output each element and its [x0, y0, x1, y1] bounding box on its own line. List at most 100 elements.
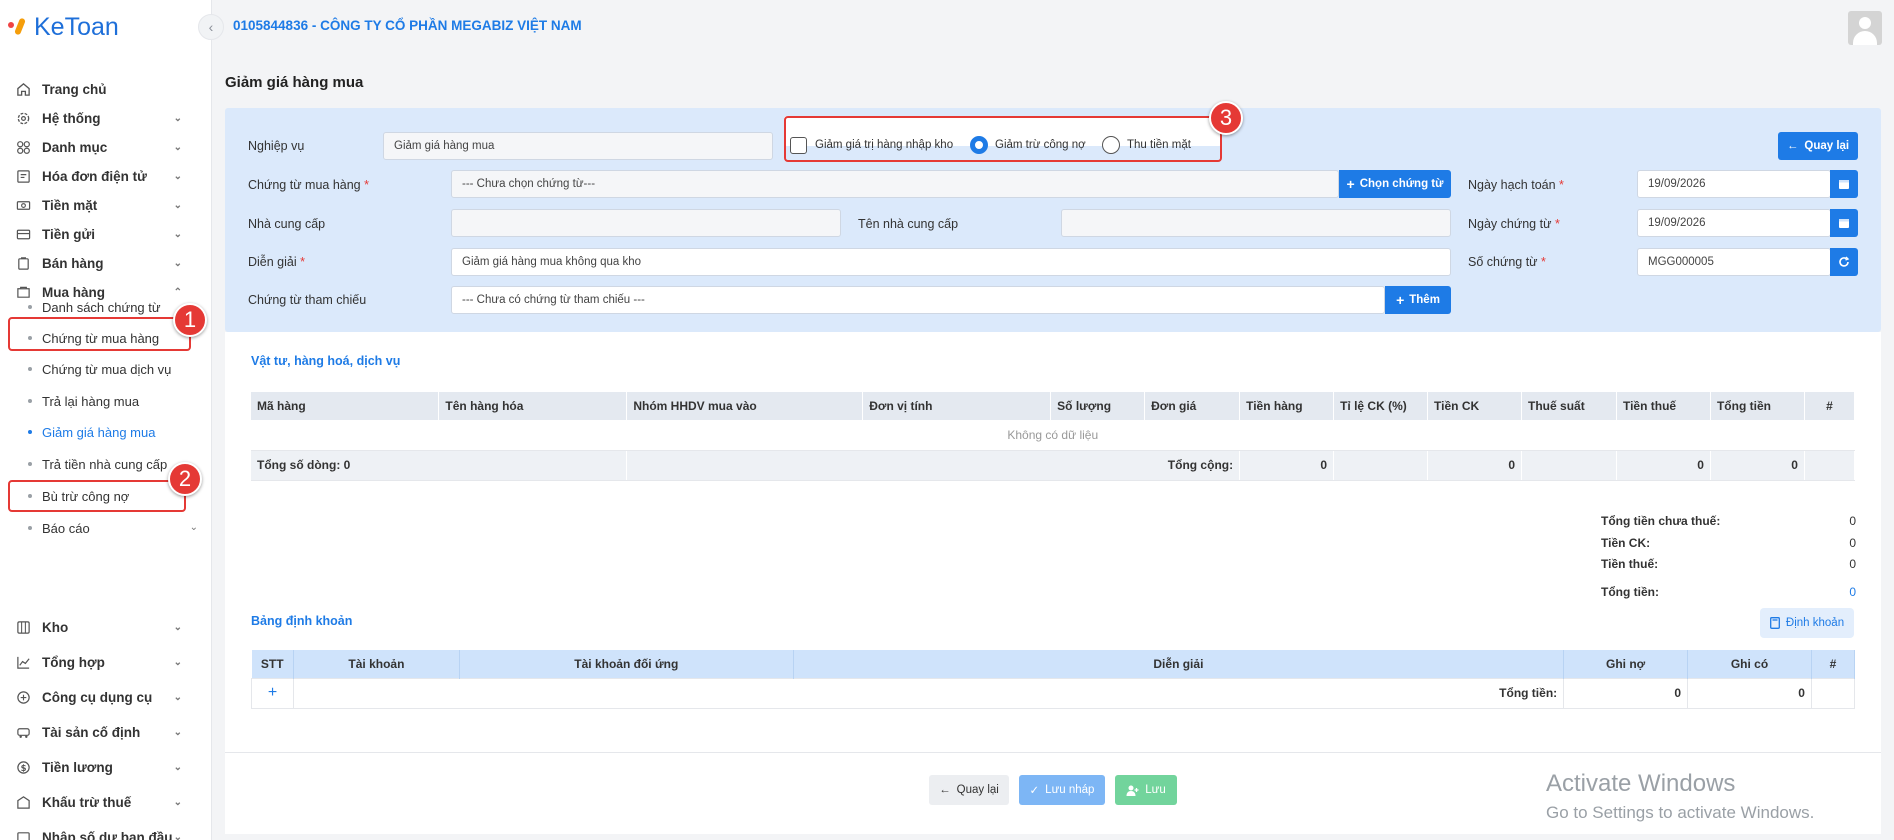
total-tien-hang: 0 — [1239, 450, 1335, 481]
col-tien-hang: Tiền hàng — [1239, 392, 1335, 420]
empty-message: Không có dữ liệu — [251, 420, 1855, 451]
col-don-vi: Đơn vị tính — [862, 392, 1052, 420]
avatar[interactable] — [1848, 11, 1882, 45]
required-mark: * — [1559, 178, 1564, 192]
required-mark: * — [1554, 217, 1560, 231]
ngay-chung-tu-label: Ngày chứng từ * — [1468, 217, 1560, 231]
sidebar-item-label: Tiền lương — [42, 759, 113, 775]
sub-label: Chứng từ mua dịch vụ — [42, 361, 172, 377]
required-mark: * — [364, 178, 369, 192]
refresh-icon[interactable] — [1830, 248, 1858, 276]
ledger-blank — [1810, 677, 1856, 709]
windows-watermark-subtitle: Go to Settings to activate Windows. — [1546, 803, 1815, 822]
summary-value: 0 — [1849, 557, 1856, 571]
sidebar-item-tai-san[interactable]: Tài sản cố định ⌄ — [0, 715, 211, 749]
sidebar-item-nhap-so-du[interactable]: Nhập số dư ban đầu ⌄ — [0, 820, 211, 840]
tax-icon — [14, 793, 32, 811]
tham-chieu-field[interactable]: --- Chưa có chứng từ tham chiếu --- — [451, 286, 1385, 314]
them-button[interactable]: + Thêm — [1385, 286, 1451, 314]
col-nhom-hhdv: Nhóm HHDV mua vào — [626, 392, 864, 420]
sidebar-sub-chung-tu-dich-vu[interactable]: Chứng từ mua dịch vụ — [28, 355, 198, 383]
chung-tu-field[interactable]: --- Chưa chọn chứng từ--- — [451, 170, 1339, 198]
total-rows: Tổng số dòng: 0 — [251, 450, 628, 481]
chung-tu-label-text: Chứng từ mua hàng — [248, 178, 361, 192]
nghiep-vu-field[interactable]: Giảm giá hàng mua — [383, 132, 773, 160]
sidebar-item-label: Hệ thống — [42, 110, 101, 126]
ngay-hach-toan-label: Ngày hạch toán * — [1468, 178, 1564, 192]
logo[interactable]: KeToan — [8, 12, 119, 42]
dinh-khoan-button[interactable]: Định khoản — [1760, 608, 1854, 638]
back-button[interactable]: ← Quay lại — [929, 775, 1009, 805]
save-button[interactable]: Lưu — [1115, 775, 1177, 805]
tools-icon — [14, 688, 32, 706]
sidebar-item-kho[interactable]: Kho ⌄ — [0, 610, 211, 644]
total-blank — [1521, 450, 1617, 481]
nghiep-vu-label: Nghiệp vụ — [248, 139, 305, 153]
annotation-badge-2: 2 — [168, 462, 202, 496]
chon-chung-tu-label: Chọn chứng từ — [1359, 178, 1444, 190]
total-label: Tổng cộng: — [626, 450, 1241, 481]
ngay-chung-tu-label-text: Ngày chứng từ — [1468, 217, 1552, 231]
ngay-hach-toan-input[interactable]: 19/09/2026 — [1637, 170, 1831, 198]
user-plus-icon — [1126, 785, 1139, 796]
sidebar-item-cong-cu[interactable]: Công cụ dụng cụ ⌄ — [0, 680, 211, 714]
dien-giai-label-text: Diễn giải — [248, 255, 297, 269]
invoice-icon — [14, 167, 32, 185]
asset-icon — [14, 723, 32, 741]
calendar-icon[interactable] — [1830, 209, 1858, 237]
dien-giai-value: Giảm giá hàng mua không qua kho — [462, 256, 642, 268]
back-top-label: Quay lại — [1804, 140, 1850, 152]
sidebar: KeToan Trang chủ Hệ thống ⌄ Danh mục ⌄ H… — [0, 0, 212, 840]
plus-icon: + — [1396, 292, 1405, 308]
total-blank — [1804, 450, 1856, 481]
back-top-button[interactable]: ← Quay lại — [1778, 132, 1858, 160]
sidebar-sub-bao-cao[interactable]: Báo cáo ⌄ — [28, 514, 198, 542]
summary-value: 0 — [1849, 536, 1856, 550]
summary-label: Tổng tiền chưa thuế: — [1601, 514, 1721, 528]
annotation-box-1 — [8, 317, 191, 351]
calendar-icon[interactable] — [1830, 170, 1858, 198]
ledger-total-row: + Tổng tiền: 0 0 — [251, 677, 1856, 709]
annotation-badge-1: 1 — [173, 303, 207, 337]
col-ghi-co: Ghi có — [1687, 650, 1812, 678]
page-title: Giảm giá hàng mua — [225, 74, 364, 91]
so-chung-tu-value: MGG000005 — [1648, 256, 1714, 268]
col-tien-ck: Tiền CK — [1427, 392, 1523, 420]
so-chung-tu-input[interactable]: MGG000005 — [1637, 248, 1831, 276]
chevron-down-icon: ⌄ — [173, 727, 182, 738]
save-draft-button[interactable]: ✓ Lưu nháp — [1019, 775, 1105, 805]
ledger-total-label: Tổng tiền: — [293, 677, 1565, 709]
sidebar-collapse-button[interactable]: ‹ — [198, 14, 224, 40]
chon-chung-tu-button[interactable]: + Chọn chứng từ — [1339, 170, 1451, 198]
chevron-down-icon: ⌄ — [173, 142, 182, 153]
col-don-gia: Đơn giá — [1144, 392, 1241, 420]
sidebar-item-tong-hop[interactable]: Tổng hợp ⌄ — [0, 645, 211, 679]
plus-icon: + — [1346, 176, 1355, 192]
check-icon: ✓ — [1029, 785, 1040, 797]
save-label: Lưu — [1145, 784, 1166, 796]
annotation-badge-3: 3 — [1209, 101, 1243, 135]
dien-giai-input[interactable]: Giảm giá hàng mua không qua kho — [451, 248, 1451, 276]
summary-total-value: 0 — [1849, 585, 1856, 599]
svg-text:$: $ — [20, 762, 26, 772]
chart-icon — [14, 653, 32, 671]
so-chung-tu-label: Số chứng từ * — [1468, 255, 1546, 269]
balance-icon — [14, 828, 32, 840]
tham-chieu-label: Chứng từ tham chiếu — [248, 293, 367, 307]
ten-ncc-input[interactable] — [1061, 209, 1451, 237]
chung-tu-label: Chứng từ mua hàng * — [248, 178, 369, 192]
ncc-input[interactable] — [451, 209, 841, 237]
sidebar-item-label: Bán hàng — [42, 255, 104, 271]
sidebar-sub-tra-lai[interactable]: Trả lại hàng mua — [28, 387, 198, 415]
card-icon — [14, 225, 32, 243]
ngay-chung-tu-value: 19/09/2026 — [1648, 217, 1706, 229]
ngay-chung-tu-input[interactable]: 19/09/2026 — [1637, 209, 1831, 237]
chevron-down-icon: ⌄ — [173, 657, 182, 668]
sidebar-item-tien-luong[interactable]: $ Tiền lương ⌄ — [0, 750, 211, 784]
sidebar-item-khau-tru-thue[interactable]: Khấu trừ thuế ⌄ — [0, 785, 211, 819]
add-row-button[interactable]: + — [251, 677, 294, 709]
col-hash: # — [1804, 392, 1856, 420]
required-mark: * — [300, 255, 305, 269]
ledger-table: STT Tài khoản Tài khoản đối ứng Diễn giả… — [251, 650, 1856, 709]
sidebar-sub-giam-gia[interactable]: Giảm giá hàng mua — [28, 418, 198, 446]
